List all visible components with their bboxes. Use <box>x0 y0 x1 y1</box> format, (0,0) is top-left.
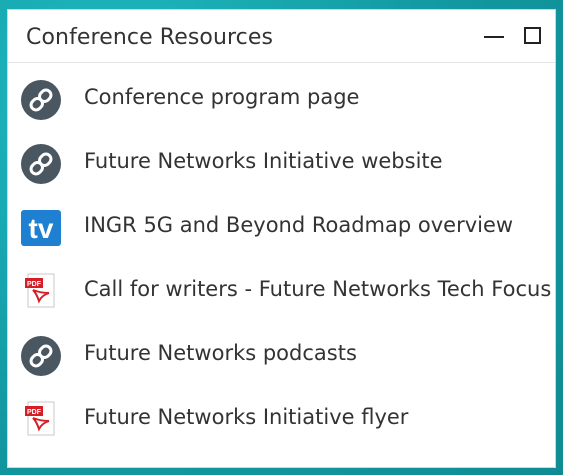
tv-icon: tv <box>21 208 61 248</box>
svg-text:tv: tv <box>29 213 54 244</box>
resource-item-call-for-writers[interactable]: PDF Call for writers - Future Networks T… <box>21 272 557 314</box>
resource-item-future-networks-initiative-website[interactable]: Future Networks Initiative website <box>21 144 557 186</box>
resource-link[interactable]: Conference program page <box>84 85 359 109</box>
conference-resources-panel: Conference Resources Conference program … <box>7 9 556 468</box>
pdf-icon: PDF <box>21 272 61 312</box>
resource-link[interactable]: Future Networks Initiative flyer <box>84 405 408 429</box>
link-icon <box>21 336 61 376</box>
resource-item-ingr-roadmap-overview[interactable]: tv INGR 5G and Beyond Roadmap overview <box>21 208 557 250</box>
svg-text:PDF: PDF <box>27 409 42 416</box>
svg-text:PDF: PDF <box>27 281 42 288</box>
resource-item-future-networks-podcasts[interactable]: Future Networks podcasts <box>21 336 557 378</box>
panel-header: Conference Resources <box>8 10 555 63</box>
resource-label[interactable]: Future Networks Initiative flyer <box>84 405 408 429</box>
window-controls <box>482 25 546 49</box>
pdf-icon: PDF <box>21 400 61 440</box>
resource-link[interactable]: INGR 5G and Beyond Roadmap overview <box>84 213 513 237</box>
maximize-icon <box>524 27 541 44</box>
resource-item-future-networks-initiative-flyer[interactable]: PDF Future Networks Initiative flyer <box>21 400 557 442</box>
maximize-button[interactable] <box>522 25 546 49</box>
resource-label[interactable]: Conference program page <box>84 85 359 109</box>
resource-label[interactable]: INGR 5G and Beyond Roadmap overview <box>84 213 513 237</box>
resource-label[interactable]: Future Networks podcasts <box>84 341 357 365</box>
resource-link[interactable]: Call for writers - Future Networks Tech … <box>84 277 551 301</box>
page-background: Conference Resources Conference program … <box>0 0 563 475</box>
resource-link[interactable]: Future Networks podcasts <box>84 341 357 365</box>
resource-link[interactable]: Future Networks Initiative website <box>84 149 443 173</box>
minimize-icon <box>484 36 504 38</box>
minimize-button[interactable] <box>482 25 506 49</box>
link-icon <box>21 80 61 120</box>
resource-label[interactable]: Future Networks Initiative website <box>84 149 443 173</box>
panel-title: Conference Resources <box>26 25 274 50</box>
resource-label[interactable]: Call for writers - Future Networks Tech … <box>84 277 551 301</box>
resource-item-conference-program-page[interactable]: Conference program page <box>21 80 557 122</box>
link-icon <box>21 144 61 184</box>
